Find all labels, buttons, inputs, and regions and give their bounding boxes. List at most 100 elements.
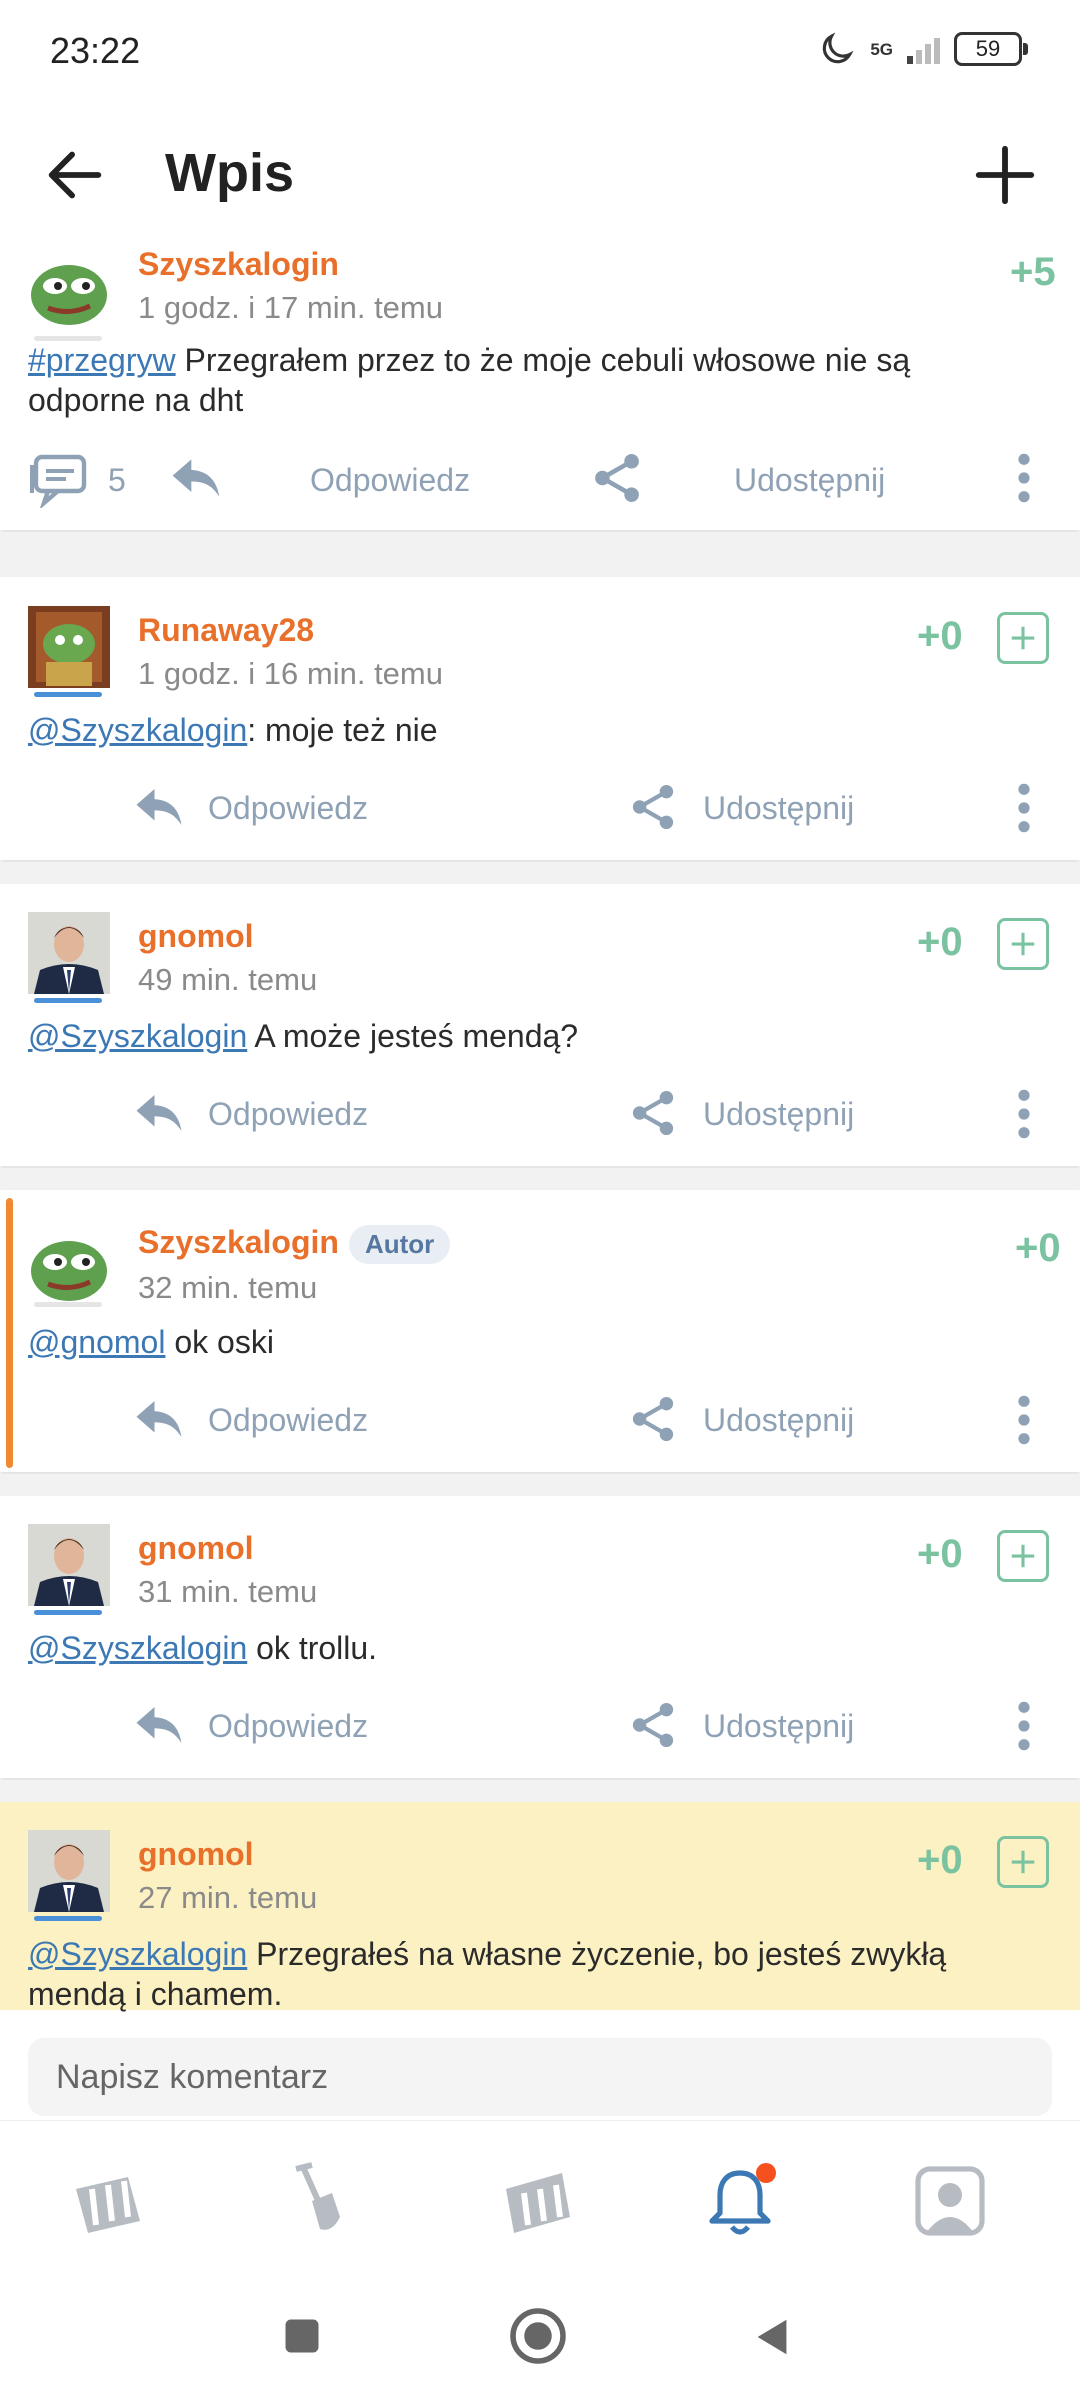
app-bar: Wpis bbox=[0, 110, 1080, 240]
more-vert-icon[interactable] bbox=[1010, 450, 1038, 506]
comment-text: A może jesteś mendą? bbox=[247, 1018, 579, 1054]
plus-icon bbox=[1011, 626, 1035, 650]
avatar[interactable] bbox=[28, 1830, 110, 1912]
share-icon[interactable] bbox=[630, 1698, 676, 1752]
mention-link[interactable]: @Szyszkalogin bbox=[28, 1936, 247, 1972]
comment-time: 1 godz. i 16 min. temu bbox=[138, 656, 443, 691]
more-vert-icon[interactable] bbox=[1010, 1698, 1038, 1754]
reply-button[interactable]: Odpowiedz bbox=[208, 1708, 368, 1745]
shovel-icon[interactable] bbox=[280, 2161, 360, 2241]
microblog-icon[interactable] bbox=[498, 2161, 578, 2241]
network-type: 5G bbox=[870, 39, 893, 59]
upvote-button[interactable] bbox=[997, 1836, 1049, 1888]
comment-icon[interactable] bbox=[28, 450, 92, 508]
battery-level: 59 bbox=[975, 36, 1001, 61]
upvote-button[interactable] bbox=[997, 612, 1049, 664]
avatar-underline bbox=[34, 1916, 102, 1921]
back-arrow-icon[interactable] bbox=[40, 140, 110, 210]
vote-count: +0 bbox=[917, 1838, 963, 1882]
profile-icon[interactable] bbox=[910, 2161, 990, 2241]
vote-count: +0 bbox=[917, 1532, 963, 1576]
post-time: 1 godz. i 17 min. temu bbox=[138, 290, 443, 325]
more-vert-icon[interactable] bbox=[1010, 1392, 1038, 1448]
reply-icon[interactable] bbox=[132, 1394, 186, 1444]
avatar[interactable] bbox=[28, 250, 110, 332]
reply-icon[interactable] bbox=[168, 452, 224, 504]
upvote-button[interactable] bbox=[997, 918, 1049, 970]
comment-item-highlighted: gnomol 27 min. temu +0 @Szyszkalogin Prz… bbox=[0, 1802, 1080, 2012]
home-icon[interactable] bbox=[68, 2161, 148, 2241]
comment-time: 49 min. temu bbox=[138, 962, 318, 997]
avatar-underline bbox=[34, 692, 102, 697]
recents-icon[interactable] bbox=[280, 2314, 324, 2358]
comment-item: gnomol 31 min. temu +0 @Szyszkalogin ok … bbox=[0, 1496, 1080, 1778]
more-vert-icon[interactable] bbox=[1010, 780, 1038, 836]
back-triangle-icon[interactable] bbox=[750, 2312, 796, 2362]
separator bbox=[0, 862, 1080, 884]
mention-link[interactable]: @Szyszkalogin bbox=[28, 1630, 247, 1666]
comment-time: 32 min. temu bbox=[138, 1270, 318, 1305]
comment-item: Szyszkalogin Autor 32 min. temu +0 @gnomo… bbox=[0, 1190, 1080, 1472]
signal-icon bbox=[907, 34, 940, 64]
tag-link[interactable]: #przegryw bbox=[28, 342, 176, 378]
vote-count[interactable]: +5 bbox=[1010, 250, 1056, 295]
plus-icon[interactable] bbox=[970, 140, 1040, 210]
mention-link[interactable]: @gnomol bbox=[28, 1324, 165, 1360]
more-vert-icon[interactable] bbox=[1010, 1086, 1038, 1142]
upvote-button[interactable] bbox=[997, 1530, 1049, 1582]
comment-body: @gnomol ok oski bbox=[28, 1322, 1000, 1362]
share-icon[interactable] bbox=[630, 780, 676, 834]
moon-icon bbox=[823, 32, 854, 64]
comment-body: @Szyszkalogin: moje też nie bbox=[28, 710, 1000, 750]
notification-bell-icon[interactable] bbox=[700, 2161, 780, 2241]
vote-count: +0 bbox=[1015, 1226, 1061, 1270]
avatar-underline bbox=[34, 1610, 102, 1615]
comment-text: : moje też nie bbox=[247, 712, 438, 748]
reply-button[interactable]: Odpowiedz bbox=[208, 1096, 368, 1133]
comment-time: 31 min. temu bbox=[138, 1574, 318, 1609]
plus-icon bbox=[1011, 1850, 1035, 1874]
comment-item: Runaway28 1 godz. i 16 min. temu +0 @Szy… bbox=[0, 578, 1080, 860]
author-link[interactable]: Szyszkalogin bbox=[138, 1224, 339, 1260]
bottom-nav bbox=[0, 2120, 1080, 2281]
avatar[interactable] bbox=[28, 606, 110, 688]
author-name[interactable]: Runaway28 bbox=[138, 612, 314, 649]
author-name: Szyszkalogin Autor bbox=[138, 1224, 451, 1265]
share-button[interactable]: Udostępnij bbox=[734, 462, 885, 499]
author-name[interactable]: Szyszkalogin bbox=[138, 246, 339, 283]
home-button-icon[interactable] bbox=[508, 2306, 568, 2366]
separator bbox=[0, 532, 1080, 577]
share-button[interactable]: Udostępnij bbox=[703, 1096, 854, 1133]
share-icon[interactable] bbox=[630, 1086, 676, 1140]
author-name[interactable]: gnomol bbox=[138, 1530, 254, 1567]
separator bbox=[0, 1474, 1080, 1496]
share-icon[interactable] bbox=[592, 450, 642, 506]
author-marker bbox=[6, 1198, 13, 1468]
reply-icon[interactable] bbox=[132, 1088, 186, 1138]
comment-count[interactable]: 5 bbox=[108, 462, 126, 499]
status-bar: 23:22 5G 59 bbox=[0, 0, 1080, 110]
status-time: 23:22 bbox=[50, 30, 141, 71]
battery-icon: 59 bbox=[954, 32, 1028, 66]
share-button[interactable]: Udostępnij bbox=[703, 1708, 854, 1745]
author-badge: Autor bbox=[348, 1225, 451, 1265]
reply-icon[interactable] bbox=[132, 1700, 186, 1750]
reply-button[interactable]: Odpowiedz bbox=[208, 790, 368, 827]
share-icon[interactable] bbox=[630, 1392, 676, 1446]
comment-body: @Szyszkalogin A może jesteś mendą? bbox=[28, 1016, 1000, 1056]
reply-icon[interactable] bbox=[132, 782, 186, 832]
avatar[interactable] bbox=[28, 1524, 110, 1606]
reply-button[interactable]: Odpowiedz bbox=[310, 462, 470, 499]
avatar[interactable] bbox=[28, 1226, 110, 1308]
separator bbox=[0, 1168, 1080, 1190]
comment-time: 27 min. temu bbox=[138, 1880, 318, 1915]
share-button[interactable]: Udostępnij bbox=[703, 790, 854, 827]
avatar[interactable] bbox=[28, 912, 110, 994]
mention-link[interactable]: @Szyszkalogin bbox=[28, 712, 247, 748]
author-name[interactable]: gnomol bbox=[138, 918, 254, 955]
comment-input[interactable]: Napisz komentarz bbox=[28, 2038, 1052, 2116]
share-button[interactable]: Udostępnij bbox=[703, 1402, 854, 1439]
reply-button[interactable]: Odpowiedz bbox=[208, 1402, 368, 1439]
mention-link[interactable]: @Szyszkalogin bbox=[28, 1018, 247, 1054]
author-name[interactable]: gnomol bbox=[138, 1836, 254, 1873]
